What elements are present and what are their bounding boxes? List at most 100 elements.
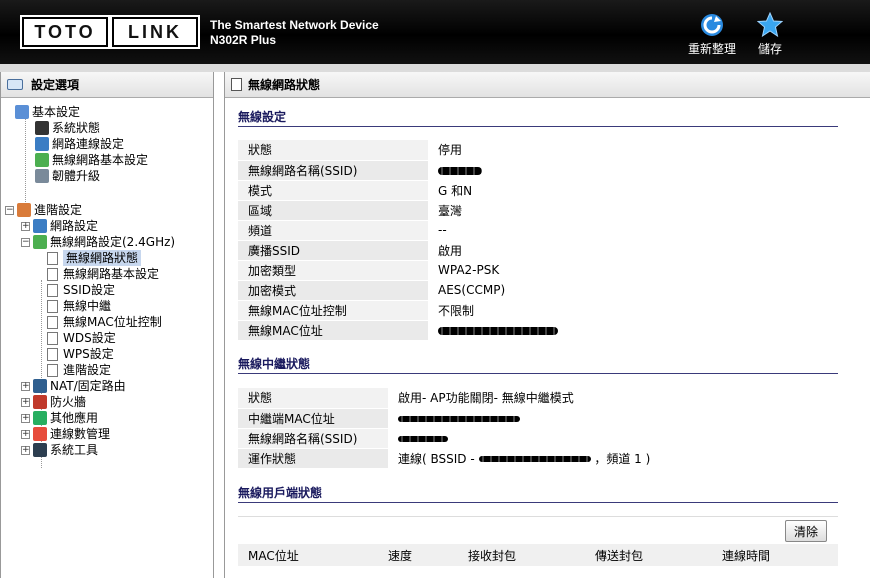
redacted-ssid	[438, 166, 482, 175]
menu-item-system-tools[interactable]: + 系統工具	[21, 442, 98, 458]
menu-item-label: WDS設定	[63, 331, 116, 345]
row-value	[428, 320, 838, 341]
folder-icon	[7, 79, 23, 90]
page-title: 無線網路狀態	[248, 78, 321, 92]
menu-item-wireless-basic-adv[interactable]: 無線網路基本設定	[47, 266, 159, 282]
menu-item-label: 網路設定	[50, 219, 99, 233]
row-key: 廣播SSID	[238, 240, 428, 261]
content-header: 無線網路狀態	[225, 72, 870, 98]
menu-item-wps[interactable]: WPS設定	[47, 346, 114, 362]
save-label: 儲存	[757, 42, 782, 56]
save-button[interactable]: 儲存	[752, 12, 788, 57]
status-suffix: ，頻道 1 )	[594, 451, 651, 466]
menu-item-firmware[interactable]: 韌體升級	[35, 168, 100, 184]
clients-table-header: MAC位址 速度 接收封包 傳送封包 連線時間	[238, 544, 838, 566]
expand-icon: +	[21, 412, 30, 423]
tagline-text: The Smartest Network Device	[210, 18, 379, 32]
section-clients-title: 無線用戶端狀態	[238, 485, 838, 503]
row-value	[388, 428, 838, 449]
column-header: 速度	[388, 548, 413, 563]
table-row: 無線網路名稱(SSID)	[238, 160, 838, 181]
menu-item-ssid[interactable]: SSID設定	[47, 282, 115, 298]
content-panel: 無線網路狀態 無線設定 狀態 停用 無線網路名稱(SSID) 模式 G 和N 區域臺…	[224, 72, 870, 578]
menu-group-basic[interactable]: 基本設定	[15, 104, 80, 120]
menu-item-other-apps[interactable]: + 其他應用	[21, 410, 98, 426]
menu-item-label: 網路連線設定	[52, 137, 125, 151]
menu-item-connections[interactable]: + 連線數管理	[21, 426, 110, 442]
row-value: WPA2-PSK	[428, 260, 838, 281]
header-divider	[0, 64, 870, 72]
clients-divider	[238, 516, 838, 517]
wireless-table: 狀態 停用 無線網路名稱(SSID) 模式 G 和N 區域 臺灣 頻道 -- 廣播SSI…	[238, 140, 838, 341]
collapse-icon: −	[5, 204, 14, 215]
star-icon	[757, 12, 783, 38]
row-value: 臺灣	[428, 200, 838, 221]
menu-item-repeater[interactable]: 無線中繼	[47, 298, 111, 314]
expand-icon: +	[21, 220, 30, 231]
menu-item-system-status[interactable]: 系統狀態	[35, 120, 100, 136]
page-icon	[47, 363, 58, 377]
menu-item-wireless-basic[interactable]: 無線網路基本設定	[35, 152, 148, 168]
page-icon	[47, 347, 58, 361]
refresh-icon	[701, 14, 723, 36]
tagline-block: The Smartest Network Device N302R Plus	[210, 18, 379, 48]
menu-item-wireless-status[interactable]: 無線網路狀態	[47, 250, 142, 266]
menu-group-advanced-label: 進階設定	[34, 203, 83, 217]
menu-item-label: WPS設定	[63, 347, 114, 361]
brand-logo: TOTO LINK	[20, 15, 200, 49]
network-icon	[35, 137, 49, 151]
row-value: AES(CCMP)	[428, 280, 838, 301]
row-key: 加密模式	[238, 280, 428, 301]
menu-item-label: 無線MAC位址控制	[63, 315, 162, 329]
expand-icon: +	[21, 428, 30, 439]
menu-item-label: 其他應用	[50, 411, 99, 425]
menu-item-firewall[interactable]: + 防火牆	[21, 394, 86, 410]
redacted-mac	[438, 326, 558, 335]
menu-item-connection[interactable]: 網路連線設定	[35, 136, 124, 152]
row-value	[388, 408, 838, 429]
page-icon	[47, 267, 58, 281]
row-key: 頻道	[238, 220, 428, 241]
menu-item-label: NAT/固定路由	[50, 379, 126, 393]
row-value	[428, 160, 838, 181]
menu-item-label: 韌體升級	[52, 169, 101, 183]
page-icon	[47, 283, 58, 297]
row-value: 啟用	[428, 240, 838, 261]
sidebar-title: 設定選項	[31, 78, 80, 92]
menu-item-label: SSID設定	[63, 283, 116, 297]
table-row: 狀態 停用	[238, 140, 838, 161]
table-row: 廣播SSID 啟用	[238, 240, 838, 261]
table-row: 加密類型 WPA2-PSK	[238, 260, 838, 281]
menu-item-advanced-wireless[interactable]: 進階設定	[47, 362, 111, 378]
menu-item-nat[interactable]: + NAT/固定路由	[21, 378, 126, 394]
row-key: 無線網路名稱(SSID)	[238, 428, 388, 449]
expand-icon: +	[21, 396, 30, 407]
table-row: 加密模式 AES(CCMP)	[238, 280, 838, 301]
row-key: 狀態	[238, 140, 428, 161]
apps-icon	[33, 411, 47, 425]
section-wireless-title: 無線設定	[238, 109, 838, 127]
upgrade-icon	[35, 169, 49, 183]
menu-item-wds[interactable]: WDS設定	[47, 330, 116, 346]
menu-item-network[interactable]: + 網路設定	[21, 218, 98, 234]
menu-item-mac-control[interactable]: 無線MAC位址控制	[47, 314, 162, 330]
refresh-button[interactable]: 重新整理	[682, 12, 742, 57]
table-row: 運作狀態 連線( BSSID - ，頻道 1 )	[238, 448, 838, 469]
connections-icon	[33, 427, 47, 441]
row-value: 不限制	[428, 300, 838, 321]
row-value: 連線( BSSID - ，頻道 1 )	[388, 448, 838, 469]
logo-toto: TOTO	[20, 15, 110, 49]
clear-button[interactable]: 清除	[785, 520, 827, 542]
table-row: 頻道 --	[238, 220, 838, 241]
table-row: 無線網路名稱(SSID)	[238, 428, 838, 449]
menu-item-label: 無線網路基本設定	[52, 153, 149, 167]
monitor-icon	[35, 121, 49, 135]
menu-item-label: 無線網路基本設定	[63, 267, 160, 281]
menu-group-advanced[interactable]: − 進階設定	[5, 202, 82, 218]
wireless-icon	[35, 153, 49, 167]
header-bar: TOTO LINK The Smartest Network Device N3…	[0, 0, 870, 64]
repeater-table: 狀態 啟用- AP功能關閉- 無線中繼模式 中繼端MAC位址 無線網路名稱(SSI…	[238, 388, 838, 469]
menu-item-wireless-24[interactable]: − 無線網路設定(2.4GHz)	[21, 234, 175, 250]
page-icon	[47, 331, 58, 345]
collapse-icon: −	[21, 236, 30, 247]
